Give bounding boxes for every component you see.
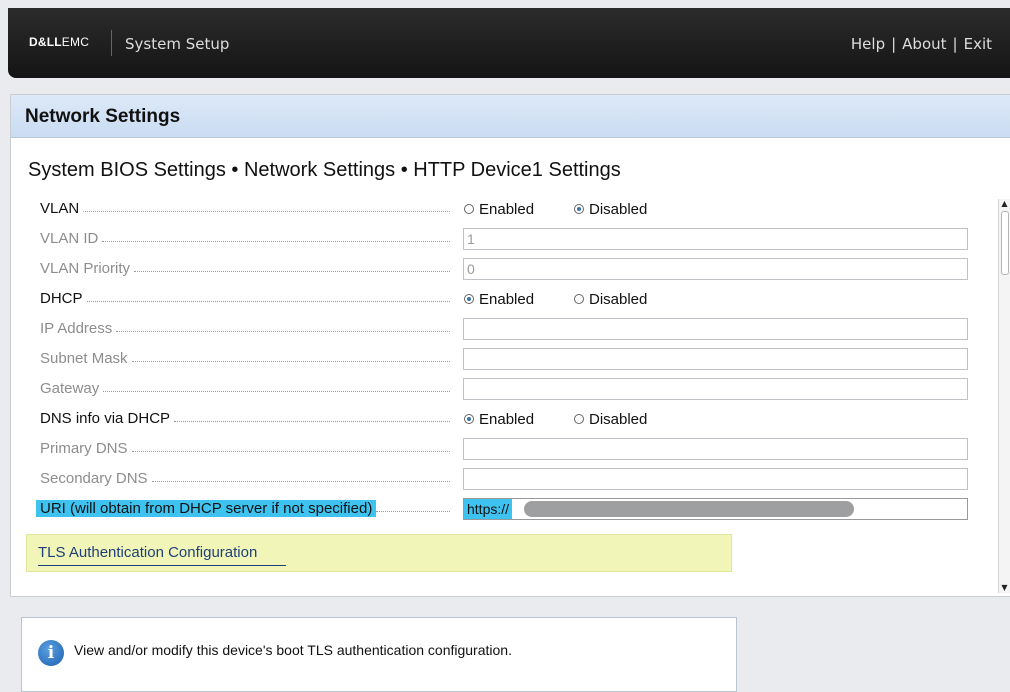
secondary-dns-row: Secondary DNS	[11, 464, 1001, 494]
ip-address-row: IP Address	[11, 314, 1001, 344]
dhcp-disabled-radio[interactable]: Disabled	[574, 288, 647, 310]
vlan-disabled-radio[interactable]: Disabled	[574, 198, 647, 220]
subnet-mask-field	[463, 348, 968, 370]
secondary-dns-label: Secondary DNS	[40, 468, 450, 488]
info-icon: i	[38, 640, 64, 666]
dhcp-label: DHCP	[40, 288, 450, 308]
redacted-region	[524, 501, 854, 517]
brand-logo: D&LLEMC	[29, 35, 90, 49]
gateway-row: Gateway	[11, 374, 1001, 404]
page-title: Network Settings	[25, 106, 181, 127]
primary-dns-field	[463, 438, 968, 460]
dns-via-dhcp-label: DNS info via DHCP	[40, 408, 450, 428]
radio-on-icon	[574, 204, 584, 214]
uri-value: https://	[464, 499, 513, 519]
vlan-label: VLAN	[40, 198, 450, 218]
about-link[interactable]: About	[902, 35, 946, 53]
vlan-id-field: 1	[463, 228, 968, 250]
help-link[interactable]: Help	[851, 35, 885, 53]
tls-config-row[interactable]: TLS Authentication Configuration	[26, 534, 732, 572]
radio-off-icon	[574, 414, 584, 424]
vlan-priority-field: 0	[463, 258, 968, 280]
tls-config-link[interactable]: TLS Authentication Configuration	[38, 544, 257, 561]
vlan-priority-row: VLAN Priority 0	[11, 254, 1001, 284]
header-divider	[111, 30, 112, 56]
nav-separator: |	[891, 35, 897, 53]
radio-off-icon	[464, 204, 474, 214]
gateway-label: Gateway	[40, 378, 450, 398]
help-text: View and/or modify this device's boot TL…	[74, 642, 512, 658]
primary-dns-label: Primary DNS	[40, 438, 450, 458]
app-title: System Setup	[125, 35, 230, 53]
gateway-field	[463, 378, 968, 400]
help-info-box: i View and/or modify this device's boot …	[21, 617, 737, 692]
dns-enabled-radio[interactable]: Enabled	[464, 408, 534, 430]
vlan-id-label: VLAN ID	[40, 228, 450, 248]
vertical-scrollbar[interactable]: ▲ ▼	[998, 199, 1010, 593]
page-title-bar: Network Settings	[11, 95, 1010, 138]
scroll-down-arrow-icon[interactable]: ▼	[999, 583, 1010, 593]
uri-row[interactable]: URI (will obtain from DHCP server if not…	[11, 494, 1001, 524]
settings-panel: Network Settings System BIOS Settings • …	[10, 94, 1010, 597]
primary-dns-row: Primary DNS	[11, 434, 1001, 464]
ip-address-label: IP Address	[40, 318, 450, 338]
dns-via-dhcp-row: DNS info via DHCP Enabled Disabled	[11, 404, 1001, 434]
top-header: D&LLEMC System Setup Help | About | Exit	[8, 8, 1010, 78]
scroll-up-arrow-icon[interactable]: ▲	[999, 199, 1010, 209]
dhcp-enabled-radio[interactable]: Enabled	[464, 288, 534, 310]
breadcrumb: System BIOS Settings • Network Settings …	[28, 159, 621, 181]
radio-on-icon	[464, 294, 474, 304]
exit-link[interactable]: Exit	[964, 35, 992, 53]
uri-input[interactable]: https://	[463, 498, 968, 520]
dns-disabled-radio[interactable]: Disabled	[574, 408, 647, 430]
top-nav: Help | About | Exit	[851, 35, 992, 53]
scrollbar-thumb[interactable]	[1001, 211, 1009, 275]
nav-separator: |	[952, 35, 958, 53]
vlan-id-row: VLAN ID 1	[11, 224, 1001, 254]
vlan-priority-label: VLAN Priority	[40, 258, 450, 278]
vlan-enabled-radio[interactable]: Enabled	[464, 198, 534, 220]
vlan-row: VLAN Enabled Disabled	[11, 194, 1001, 224]
tls-link-underline	[38, 565, 286, 566]
subnet-mask-row: Subnet Mask	[11, 344, 1001, 374]
uri-label: URI (will obtain from DHCP server if not…	[36, 498, 450, 518]
radio-off-icon	[574, 294, 584, 304]
subnet-mask-label: Subnet Mask	[40, 348, 450, 368]
radio-on-icon	[464, 414, 474, 424]
dhcp-row: DHCP Enabled Disabled	[11, 284, 1001, 314]
ip-address-field	[463, 318, 968, 340]
secondary-dns-field	[463, 468, 968, 490]
